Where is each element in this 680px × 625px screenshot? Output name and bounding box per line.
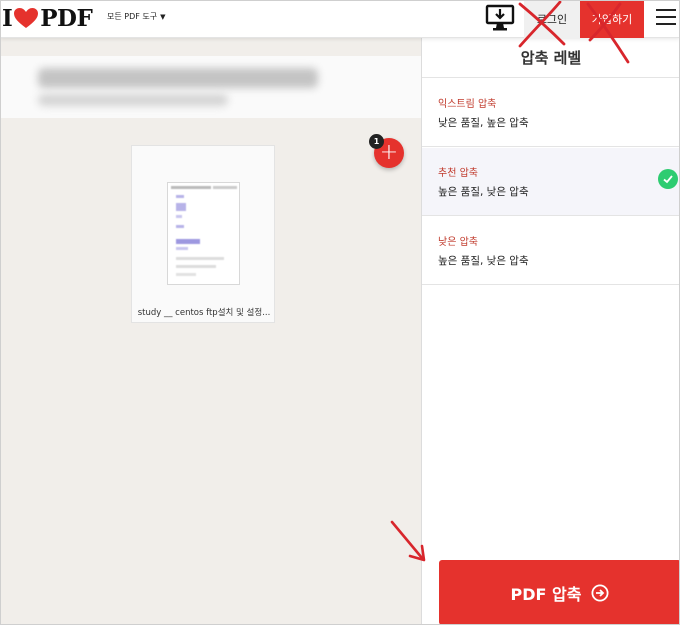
ilovepdf-logo[interactable]: I PDF <box>2 4 93 32</box>
logo-pdf-text: PDF <box>40 4 93 32</box>
file-workspace: study __ centos ftp설치 및 설정... + 1 <box>0 38 421 625</box>
option-name: 추천 압축 <box>438 168 478 179</box>
compress-pdf-button[interactable]: PDF 압축 <box>439 560 680 625</box>
all-tools-label: 모든 PDF 도구 <box>107 12 158 21</box>
hamburger-icon[interactable] <box>656 9 676 27</box>
option-description: 낮은 품질, 높은 압축 <box>438 117 529 129</box>
option-description: 높은 품질, 낮은 압축 <box>438 186 529 198</box>
option-low-compression[interactable]: 낮은 압축 높은 품질, 낮은 압축 <box>422 217 680 285</box>
logo-letter-i: I <box>2 4 13 32</box>
option-name: 익스트림 압축 <box>438 99 497 110</box>
login-button[interactable]: 로그인 <box>524 0 580 38</box>
top-navbar: I PDF 모든 PDF 도구 ▼ 로그인 가입하기 <box>0 0 680 38</box>
file-count-badge: 1 <box>369 134 384 149</box>
option-extreme-compression[interactable]: 익스트림 압축 낮은 품질, 높은 압축 <box>422 79 680 147</box>
file-name: study __ centos ftp설치 및 설정... <box>137 308 271 318</box>
compression-sidebar: 압축 레벨 익스트림 압축 낮은 품질, 높은 압축 추천 압축 높은 품질, … <box>421 38 680 625</box>
signup-button[interactable]: 가입하기 <box>580 0 644 38</box>
caret-down-icon: ▼ <box>160 12 166 21</box>
heart-icon <box>14 8 39 28</box>
desktop-download-icon[interactable] <box>484 3 516 33</box>
option-name: 낮은 압축 <box>438 237 478 248</box>
option-recommended-compression[interactable]: 추천 압축 높은 품질, 낮은 압축 <box>422 148 680 216</box>
file-card[interactable]: study __ centos ftp설치 및 설정... <box>131 145 275 323</box>
all-tools-dropdown[interactable]: 모든 PDF 도구 ▼ <box>107 11 166 22</box>
check-icon <box>658 169 678 189</box>
option-description: 높은 품질, 낮은 압축 <box>438 255 529 267</box>
sidebar-title: 압축 레벨 <box>422 38 680 78</box>
pdf-page-thumbnail <box>167 182 240 285</box>
compress-button-label: PDF 압축 <box>510 584 582 604</box>
arrow-right-circle-icon <box>591 584 609 601</box>
tool-title-band <box>0 56 421 118</box>
